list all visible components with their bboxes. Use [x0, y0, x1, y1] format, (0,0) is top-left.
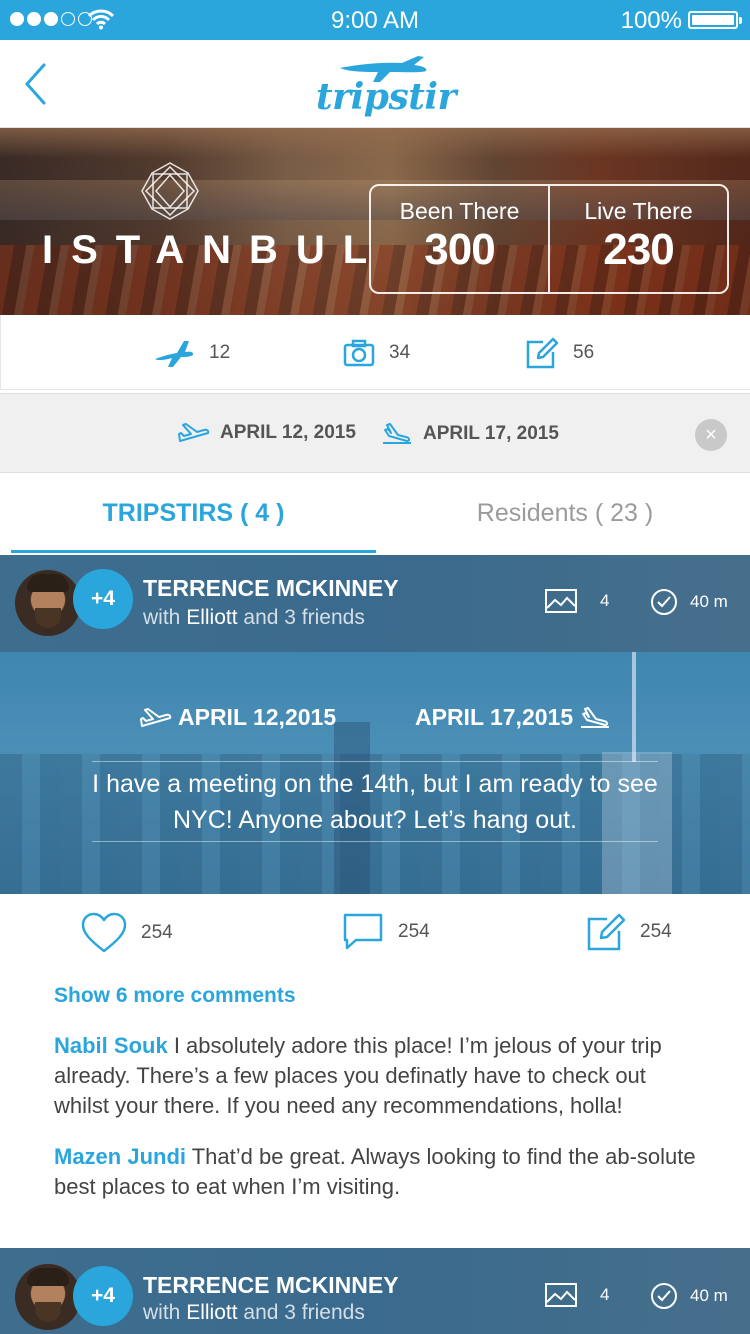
clock-icon [651, 1283, 677, 1309]
city-name: ISTANBUL [42, 228, 386, 272]
battery-percentage: 100% [620, 7, 682, 34]
airplane-icon [155, 340, 194, 367]
time-ago-value: 40 m [690, 592, 728, 611]
companion-name[interactable]: Elliott [186, 1301, 237, 1324]
landing-icon [383, 423, 411, 444]
post-text: I have a meeting on the 14th, but I am r… [92, 770, 658, 834]
post-departure-date: APRIL 12,2015 [178, 704, 337, 730]
image-icon [545, 1283, 577, 1307]
photos-count[interactable]: 34 [343, 315, 410, 390]
post-return: APRIL 17,2015 [415, 704, 611, 731]
status-bar: 9:00 AM 100% [0, 0, 750, 40]
heart-icon [81, 912, 127, 953]
post-return-date: APRIL 17,2015 [415, 704, 574, 730]
trips-count[interactable]: 12 [153, 315, 230, 390]
post-departure: APRIL 12,2015 [140, 704, 336, 731]
with-prefix: with [143, 1301, 181, 1324]
back-chevron-icon[interactable] [22, 62, 52, 106]
photo-count-value: 4 [600, 1285, 610, 1304]
post-header[interactable]: +4 TERRENCE MCKINNEY with Elliott and 3 … [0, 555, 750, 652]
extra-travelers-badge[interactable]: +4 [73, 569, 133, 629]
post-companions: with Elliott and 3 friends [143, 1301, 365, 1325]
divider [92, 761, 658, 762]
post-author-name[interactable]: TERRENCE MCKINNEY [143, 575, 399, 602]
departure-date-filter[interactable]: APRIL 12, 2015 [178, 421, 356, 445]
post-companions: with Elliott and 3 friends [143, 606, 365, 630]
avatar[interactable] [15, 570, 81, 636]
avatar[interactable] [15, 1264, 81, 1330]
clock-icon [651, 589, 677, 615]
posts-count[interactable]: 56 [525, 315, 594, 390]
extra-travelers-badge[interactable]: +4 [73, 1266, 133, 1326]
companion-name[interactable]: Elliott [186, 606, 237, 629]
city-emblem-icon [141, 162, 199, 220]
comment: Mazen Jundi That’d be great. Always look… [54, 1142, 704, 1202]
camera-icon [343, 339, 375, 366]
return-date: APRIL 17, 2015 [423, 423, 559, 444]
post-photo-count[interactable]: 4 [544, 588, 609, 614]
post-body[interactable]: APRIL 12,2015 APRIL 17,2015 I have a mee… [0, 652, 750, 894]
date-filter-bar: APRIL 12, 2015 APRIL 17, 2015 × [0, 393, 750, 473]
city-hero-banner: ISTANBUL Been There 300 Live There 230 [0, 128, 750, 315]
comment-button[interactable]: 254 [342, 912, 430, 952]
comment-bubble-icon [343, 913, 383, 950]
takeoff-icon [140, 707, 172, 727]
with-suffix: and 3 friends [243, 1301, 365, 1324]
live-there-value: 230 [603, 225, 674, 274]
takeoff-icon [178, 423, 210, 442]
battery-icon [688, 11, 742, 29]
with-prefix: with [143, 606, 181, 629]
image-icon [545, 589, 577, 613]
tabs-bar: TRIPSTIRS ( 4 ) Residents ( 23 ) [0, 473, 750, 553]
like-count: 254 [141, 922, 173, 943]
show-more-comments-link[interactable]: Show 6 more comments [54, 984, 296, 1008]
been-there-value: 300 [424, 225, 495, 274]
photos-count-value: 34 [389, 341, 411, 363]
live-there-stat[interactable]: Live There 230 [548, 186, 727, 292]
post-author-name[interactable]: TERRENCE MCKINNEY [143, 1272, 399, 1299]
return-date-filter[interactable]: APRIL 17, 2015 [381, 421, 559, 447]
comment-author[interactable]: Mazen Jundi [54, 1144, 186, 1169]
time-ago-value: 40 m [690, 1286, 728, 1305]
departure-date: APRIL 12, 2015 [220, 422, 356, 443]
edit-post-button[interactable]: 254 [586, 912, 672, 952]
tab-residents[interactable]: Residents ( 23 ) [380, 473, 750, 553]
comment: Nabil Souk I absolutely adore this place… [54, 1031, 704, 1121]
landing-icon [581, 706, 610, 728]
edit-icon [587, 913, 626, 951]
post-actions: 254 254 254 [0, 894, 750, 974]
city-counts-row: 12 34 56 [0, 315, 750, 390]
city-stats-box: Been There 300 Live There 230 [369, 184, 729, 294]
tab-tripstirs[interactable]: TRIPSTIRS ( 4 ) [11, 473, 376, 553]
post-time-ago: 40 m [650, 1282, 728, 1310]
comment-count: 254 [398, 921, 430, 942]
edit-count: 254 [640, 921, 672, 942]
divider [92, 841, 658, 842]
been-there-stat[interactable]: Been There 300 [371, 186, 548, 292]
tripstir-logo: tripstir [310, 50, 456, 120]
clear-dates-button[interactable]: × [695, 419, 727, 451]
posts-count-value: 56 [573, 341, 595, 363]
post-time-ago: 40 m [650, 588, 728, 616]
trips-count-value: 12 [209, 341, 231, 363]
like-button[interactable]: 254 [81, 912, 173, 954]
edit-icon [526, 337, 559, 368]
comment-author[interactable]: Nabil Souk [54, 1033, 168, 1058]
nav-bar: tripstir [0, 40, 750, 128]
post-photo-count[interactable]: 4 [544, 1282, 609, 1308]
with-suffix: and 3 friends [243, 606, 365, 629]
post-header[interactable]: +4 TERRENCE MCKINNEY with Elliott and 3 … [0, 1248, 750, 1334]
photo-count-value: 4 [600, 591, 610, 610]
live-there-label: Live There [584, 198, 693, 224]
logo-text: tripstir [316, 76, 456, 118]
been-there-label: Been There [399, 198, 520, 224]
